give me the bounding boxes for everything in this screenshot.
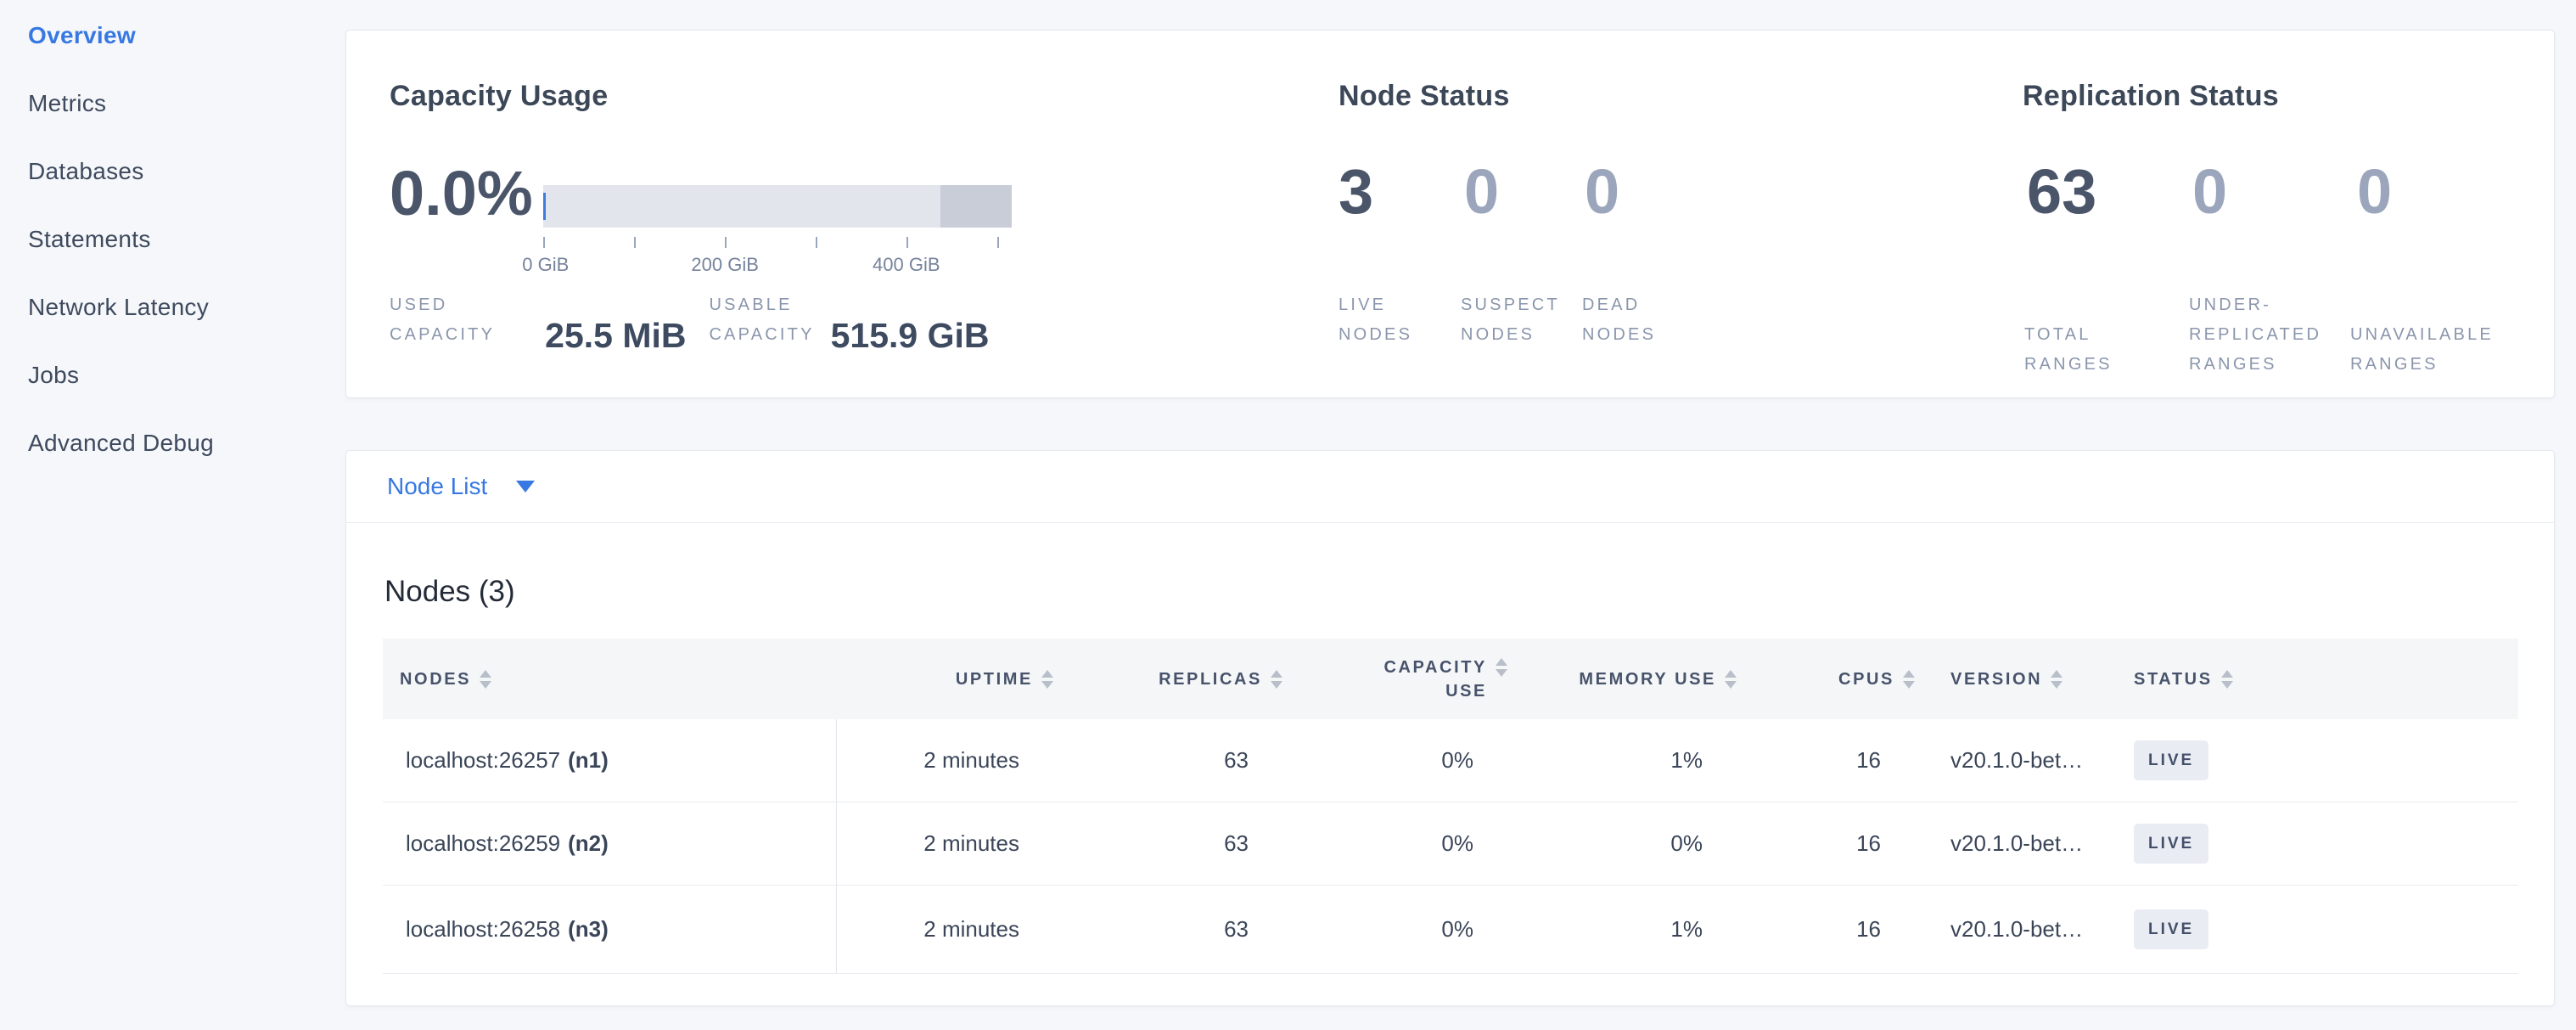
capacity-axis-labels: 0 GiB 200 GiB 400 GiB	[543, 254, 1012, 278]
replication-status-title: Replication Status	[2023, 80, 2279, 113]
replication-labels: TOTAL RANGES UNDER- REPLICATED RANGES UN…	[2024, 290, 2494, 380]
sidebar-item-overview[interactable]: Overview	[28, 23, 345, 48]
suspect-nodes-count: 0	[1464, 158, 1585, 226]
capacity-use-cell: 0%	[1282, 886, 1507, 973]
suspect-nodes-label: SUSPECT NODES	[1461, 290, 1582, 350]
capacity-stats: USED CAPACITY 25.5 MiB USABLE CAPACITY 5…	[390, 290, 990, 350]
status-badge: LIVE	[2134, 909, 2208, 949]
capacity-bar-chart: 0 GiB 200 GiB 400 GiB	[543, 185, 1012, 278]
status-cell: LIVE	[2134, 719, 2518, 802]
cluster-summary-card: Capacity Usage 0.0% 0 GiB 200 GiB 400 Gi…	[345, 30, 2555, 398]
column-header-status[interactable]: STATUS	[2134, 667, 2518, 691]
version-cell: v20.1.0-bet…	[1915, 802, 2134, 885]
sidebar-item-jobs[interactable]: Jobs	[28, 363, 345, 388]
memory-use-cell: 1%	[1507, 886, 1737, 973]
status-cell: LIVE	[2134, 802, 2518, 885]
replicas-cell: 63	[1053, 802, 1282, 885]
column-header-uptime[interactable]: UPTIME	[837, 667, 1053, 691]
total-ranges-count: 63	[2027, 158, 2192, 226]
view-selector-bar: Node List	[346, 451, 2554, 523]
capacity-bar-used-segment	[543, 193, 546, 220]
sidebar-item-network-latency[interactable]: Network Latency	[28, 295, 345, 320]
unavailable-ranges-label: UNAVAILABLE RANGES	[2350, 320, 2494, 380]
sort-icon[interactable]	[1903, 670, 1915, 689]
sort-icon[interactable]	[480, 670, 491, 689]
cpus-cell: 16	[1737, 719, 1915, 802]
axis-label-200gib: 200 GiB	[691, 254, 759, 276]
sort-icon[interactable]	[2051, 670, 2062, 689]
replicas-cell: 63	[1053, 719, 1282, 802]
column-header-cpus[interactable]: CPUS	[1737, 667, 1915, 691]
overview-page: Overview Metrics Databases Statements Ne…	[0, 0, 2576, 1030]
usable-capacity-label: USABLE CAPACITY	[709, 290, 814, 350]
uptime-cell: 2 minutes	[837, 719, 1053, 802]
usable-capacity-value: 515.9 GiB	[831, 318, 990, 353]
status-cell: LIVE	[2134, 886, 2518, 973]
replication-numbers: 63 0 0	[2027, 158, 2392, 226]
table-row-node-2[interactable]: localhost:26259(n2) 2 minutes 63 0% 0% 1…	[383, 802, 2518, 886]
sidebar-item-metrics[interactable]: Metrics	[28, 91, 345, 116]
node-list-card: Node List Nodes (3) NODES UPTIME REPLICA…	[345, 450, 2555, 1006]
axis-label-400gib: 400 GiB	[873, 254, 940, 276]
table-row-node-1[interactable]: localhost:26257(n1) 2 minutes 63 0% 1% 1…	[383, 719, 2518, 802]
memory-use-cell: 1%	[1507, 719, 1737, 802]
node-address-cell[interactable]: localhost:26259(n2)	[383, 802, 837, 885]
capacity-used-percent: 0.0%	[390, 160, 533, 228]
node-status-numbers: 3 0 0	[1339, 158, 1619, 226]
nodes-table-header: NODES UPTIME REPLICAS CAPACITY USE	[383, 639, 2518, 719]
under-replicated-ranges-label: UNDER- REPLICATED RANGES	[2189, 290, 2350, 380]
node-status-labels: LIVE NODES SUSPECT NODES DEAD NODES	[1339, 290, 1656, 350]
sort-icon[interactable]	[1041, 670, 1053, 689]
total-ranges-label: TOTAL RANGES	[2024, 320, 2189, 380]
column-header-memory-use[interactable]: MEMORY USE	[1507, 667, 1737, 691]
uptime-cell: 2 minutes	[837, 886, 1053, 973]
used-capacity-value: 25.5 MiB	[545, 318, 686, 353]
capacity-use-cell: 0%	[1282, 802, 1507, 885]
memory-use-cell: 0%	[1507, 802, 1737, 885]
sort-icon[interactable]	[1725, 670, 1737, 689]
capacity-bar-track	[543, 185, 1012, 228]
version-cell: v20.1.0-bet…	[1915, 719, 2134, 802]
capacity-use-cell: 0%	[1282, 719, 1507, 802]
capacity-usage-title: Capacity Usage	[390, 80, 608, 113]
sort-icon[interactable]	[1271, 670, 1282, 689]
version-cell: v20.1.0-bet…	[1915, 886, 2134, 973]
capacity-axis-ticks	[543, 237, 1012, 249]
axis-label-0gib: 0 GiB	[522, 254, 569, 276]
sort-icon[interactable]	[2221, 670, 2233, 689]
live-nodes-count: 3	[1339, 158, 1464, 226]
column-header-replicas[interactable]: REPLICAS	[1053, 667, 1282, 691]
sidebar-item-statements[interactable]: Statements	[28, 227, 345, 252]
chevron-down-icon[interactable]	[516, 481, 535, 492]
column-header-version[interactable]: VERSION	[1915, 667, 2134, 691]
dead-nodes-label: DEAD NODES	[1582, 290, 1656, 350]
capacity-bar-other-segment	[940, 185, 1012, 228]
sidebar-item-advanced-debug[interactable]: Advanced Debug	[28, 431, 345, 456]
used-capacity-label: USED CAPACITY	[390, 290, 495, 350]
node-status-title: Node Status	[1339, 80, 1510, 113]
cpus-cell: 16	[1737, 802, 1915, 885]
replicas-cell: 63	[1053, 886, 1282, 973]
status-badge: LIVE	[2134, 824, 2208, 864]
cpus-cell: 16	[1737, 886, 1915, 973]
nodes-table: NODES UPTIME REPLICAS CAPACITY USE	[383, 639, 2518, 974]
column-header-capacity-use[interactable]: CAPACITY USE	[1282, 656, 1507, 703]
sort-icon[interactable]	[1496, 658, 1507, 677]
status-badge: LIVE	[2134, 740, 2208, 780]
uptime-cell: 2 minutes	[837, 802, 1053, 885]
column-header-nodes[interactable]: NODES	[383, 667, 837, 691]
live-nodes-label: LIVE NODES	[1339, 290, 1461, 350]
node-address-cell[interactable]: localhost:26257(n1)	[383, 719, 837, 802]
node-list-dropdown[interactable]: Node List	[387, 473, 487, 500]
table-row-node-3[interactable]: localhost:26258(n3) 2 minutes 63 0% 1% 1…	[383, 886, 2518, 974]
sidebar-nav: Overview Metrics Databases Statements Ne…	[0, 0, 345, 498]
under-replicated-ranges-count: 0	[2192, 158, 2357, 226]
unavailable-ranges-count: 0	[2357, 158, 2392, 226]
sidebar-item-databases[interactable]: Databases	[28, 159, 345, 184]
node-address-cell[interactable]: localhost:26258(n3)	[383, 886, 837, 973]
nodes-section-heading: Nodes (3)	[384, 575, 515, 609]
dead-nodes-count: 0	[1585, 158, 1619, 226]
